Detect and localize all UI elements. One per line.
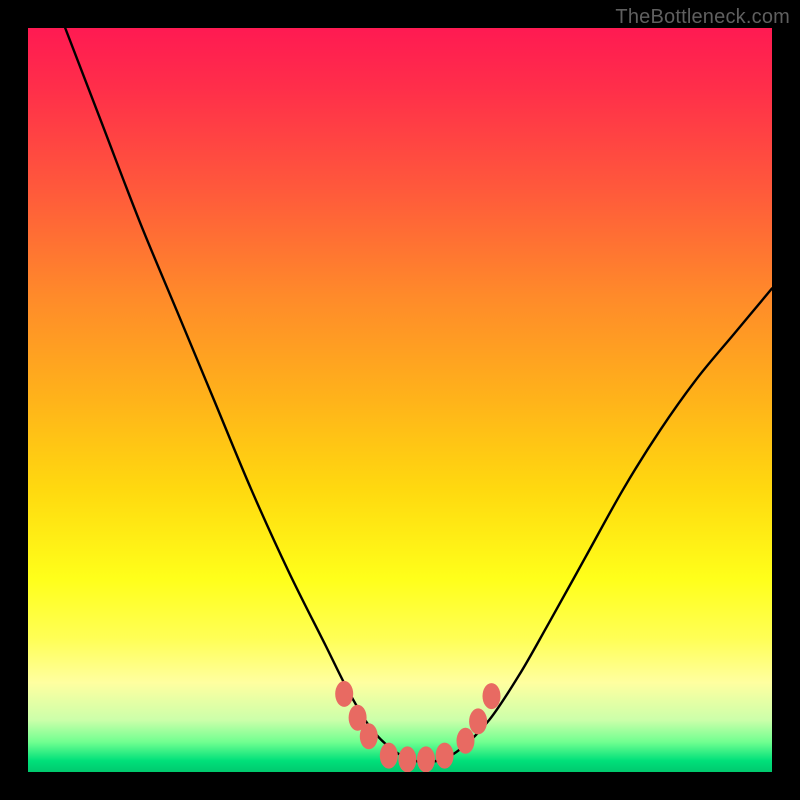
plot-area (28, 28, 772, 772)
watermark-text: TheBottleneck.com (615, 6, 790, 29)
curve-marker (360, 723, 378, 749)
curve-marker (398, 746, 416, 772)
bottleneck-curve-svg (28, 28, 772, 772)
marker-layer (335, 681, 500, 772)
curve-marker (335, 681, 353, 707)
curve-marker (436, 743, 454, 769)
curve-marker (380, 743, 398, 769)
curve-marker (417, 746, 435, 772)
curve-marker (483, 683, 501, 709)
curve-marker (457, 728, 475, 754)
chart-frame: TheBottleneck.com (0, 0, 800, 800)
curve-layer (65, 28, 772, 762)
curve-marker (469, 708, 487, 734)
bottleneck-curve (65, 28, 772, 762)
